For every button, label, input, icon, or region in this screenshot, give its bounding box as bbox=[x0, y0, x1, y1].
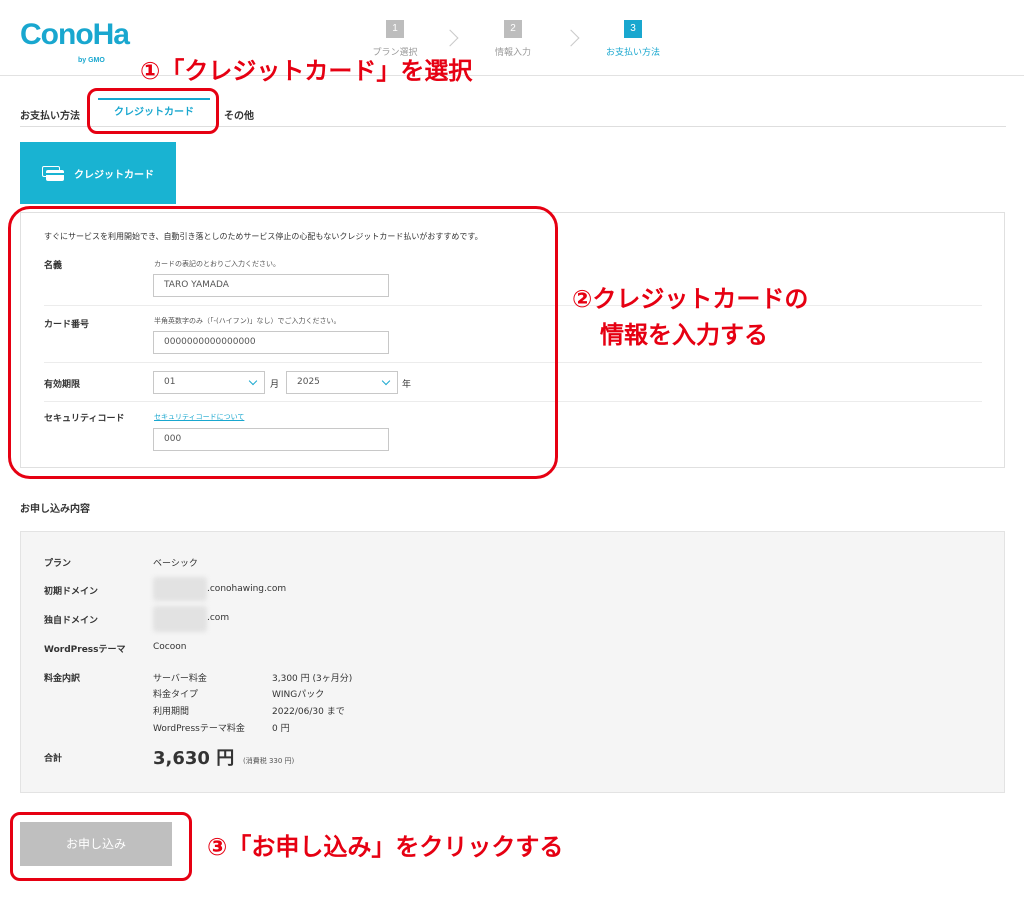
fee-name: 料金タイプ bbox=[153, 690, 199, 700]
annotation-step-3: ③「お申し込み」をクリックする bbox=[207, 833, 564, 861]
tab-other[interactable]: その他 bbox=[224, 107, 254, 122]
step-number: 3 bbox=[624, 20, 642, 38]
annotation-step-2-line1: ②クレジットカードの bbox=[572, 285, 809, 313]
annotation-step-2-line2: 情報を入力する bbox=[600, 321, 768, 349]
credit-card-tile[interactable]: クレジットカード bbox=[20, 142, 176, 204]
annotation-step-1: ①「クレジットカード」を選択 bbox=[140, 57, 473, 85]
step-payment-method: 3 お支払い方法 bbox=[588, 20, 678, 58]
fees-label: 料金内訳 bbox=[44, 674, 81, 684]
step-plan-select: 1 プラン選択 bbox=[350, 20, 440, 58]
initial-domain-label: 初期ドメイン bbox=[44, 587, 99, 597]
theme-label: WordPressテーマ bbox=[44, 645, 126, 655]
redacted-domain bbox=[153, 577, 207, 601]
annotation-box-submit bbox=[10, 812, 192, 881]
summary-title: お申し込み内容 bbox=[20, 504, 90, 515]
logo-sub: by GMO bbox=[78, 57, 105, 64]
initial-domain-suffix: .conohawing.com bbox=[207, 584, 287, 594]
fee-name: サーバー料金 bbox=[153, 674, 207, 684]
annotation-box-form bbox=[8, 206, 558, 479]
fee-name: WordPressテーマ料金 bbox=[153, 724, 245, 734]
annotation-box-tab bbox=[87, 88, 219, 134]
fee-value: 0 円 bbox=[272, 724, 290, 734]
credit-card-tile-label: クレジットカード bbox=[74, 169, 154, 181]
fee-value: 2022/06/30 まで bbox=[272, 707, 345, 717]
tax-note: (消費税 330 円) bbox=[243, 757, 295, 765]
plan-label: プラン bbox=[44, 559, 72, 569]
theme-value: Cocoon bbox=[153, 642, 187, 652]
credit-card-icon bbox=[42, 165, 64, 181]
total-label: 合計 bbox=[44, 754, 63, 764]
step-number: 2 bbox=[504, 20, 522, 38]
total-value: 3,630 円 bbox=[153, 748, 235, 769]
chevron-right-icon bbox=[562, 29, 580, 47]
step-label: お支払い方法 bbox=[605, 48, 660, 58]
redacted-domain bbox=[153, 606, 207, 632]
chevron-right-icon bbox=[441, 29, 459, 47]
own-domain-label: 独自ドメイン bbox=[44, 616, 99, 626]
fee-name: 利用期間 bbox=[153, 707, 190, 717]
payment-method-label: お支払い方法 bbox=[20, 111, 80, 122]
own-domain-suffix: .com bbox=[207, 613, 230, 623]
fee-value: 3,300 円 (3ヶ月分) bbox=[272, 674, 353, 684]
step-label: 情報入力 bbox=[494, 48, 531, 58]
step-number: 1 bbox=[386, 20, 404, 38]
plan-value: ベーシック bbox=[153, 559, 198, 569]
step-info-input: 2 情報入力 bbox=[468, 20, 558, 58]
fee-value: WINGパック bbox=[272, 690, 325, 700]
conoha-logo[interactable]: ConoHa by GMO bbox=[20, 18, 130, 64]
